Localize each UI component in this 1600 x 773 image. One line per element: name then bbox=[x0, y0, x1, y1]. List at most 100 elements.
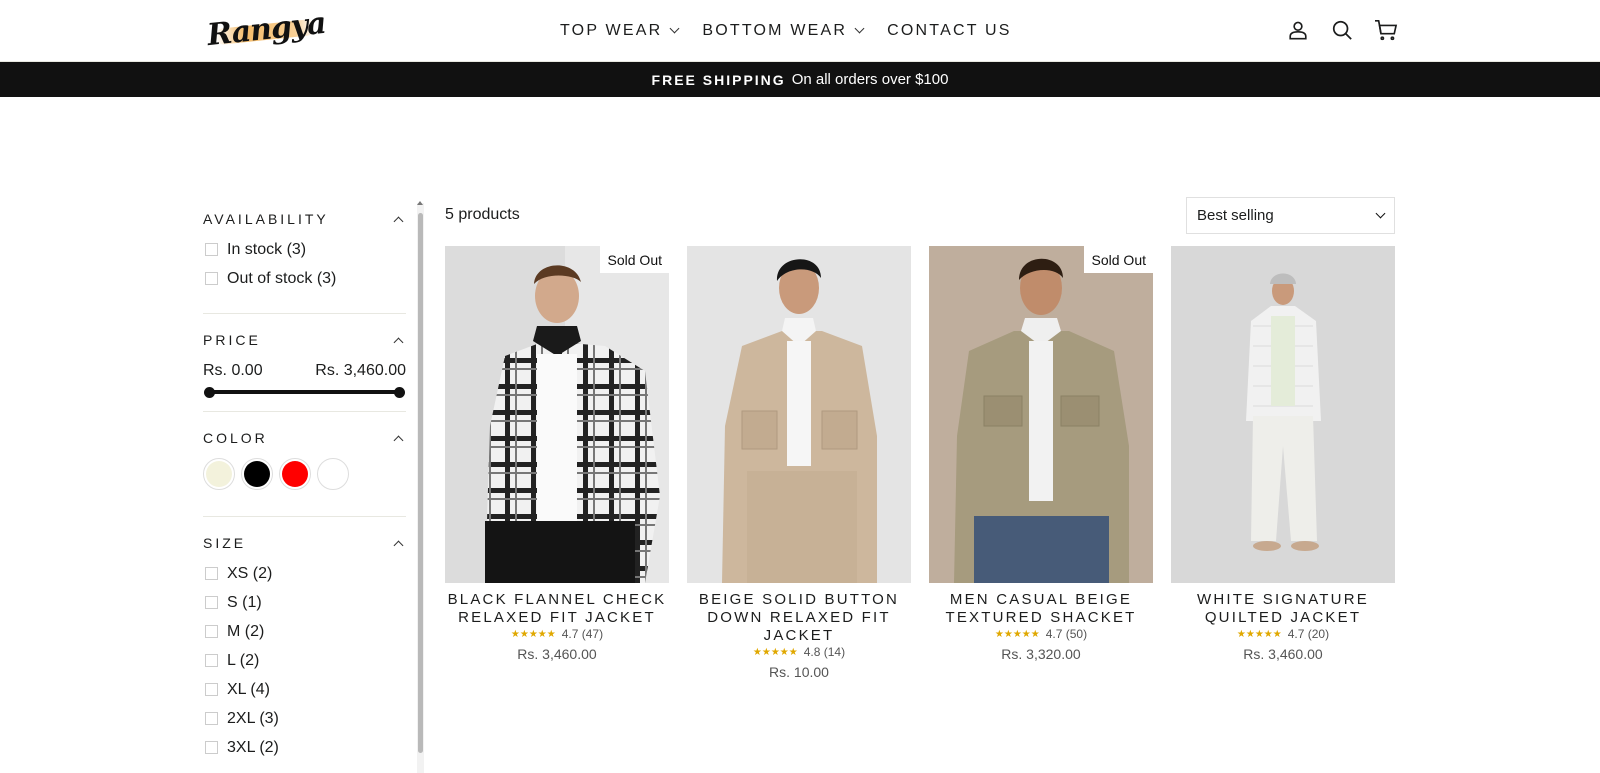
filter-price-header[interactable]: PRICE bbox=[203, 332, 406, 348]
filter-size-header[interactable]: SIZE bbox=[203, 535, 406, 551]
product-count: 5 products bbox=[445, 206, 520, 223]
sidebar-scrollbar[interactable] bbox=[417, 201, 424, 773]
color-swatch-red[interactable] bbox=[279, 458, 311, 490]
product-image[interactable] bbox=[1171, 246, 1395, 583]
nav-item-top-wear[interactable]: TOP WEAR bbox=[560, 22, 680, 40]
slider-min-handle[interactable] bbox=[204, 387, 215, 398]
filter-option-size-xl[interactable]: XL (4) bbox=[203, 675, 406, 704]
price-range-slider[interactable] bbox=[203, 385, 406, 399]
nav-item-label: CONTACT US bbox=[887, 22, 1012, 39]
header-icons bbox=[1286, 18, 1398, 42]
checkbox[interactable] bbox=[205, 654, 218, 667]
slider-max-handle[interactable] bbox=[394, 387, 405, 398]
filter-sidebar: AVAILABILITY In stock (3) Out of stock (… bbox=[203, 200, 406, 773]
sort-select[interactable]: Best selling bbox=[1186, 197, 1395, 234]
chevron-up-icon bbox=[393, 540, 404, 551]
chevron-down-icon bbox=[1375, 208, 1386, 219]
price-min-label: Rs. 0.00 bbox=[203, 362, 263, 379]
chevron-up-icon bbox=[393, 337, 404, 348]
product-grid: Sold Out BLACK FLANNEL CHECK RELAXED FIT… bbox=[445, 246, 1395, 680]
chevron-up-icon bbox=[393, 216, 404, 227]
checkbox[interactable] bbox=[205, 272, 218, 285]
rating-text: 4.8 (14) bbox=[803, 645, 846, 659]
price-max-label: Rs. 3,460.00 bbox=[315, 362, 406, 379]
rating-stars-icon: ★★★★★ bbox=[1236, 628, 1282, 640]
rating-text: 4.7 (50) bbox=[1045, 627, 1088, 641]
nav-item-bottom-wear[interactable]: BOTTOM WEAR bbox=[702, 22, 865, 40]
filter-title: PRICE bbox=[203, 332, 261, 348]
product-price: Rs. 3,320.00 bbox=[1001, 646, 1081, 662]
slider-track bbox=[209, 390, 400, 394]
product-title[interactable]: WHITE SIGNATURE QUILTED JACKET bbox=[1171, 591, 1395, 627]
color-swatch-white[interactable] bbox=[317, 458, 349, 490]
product-card[interactable]: BEIGE SOLID BUTTON DOWN RELAXED FIT JACK… bbox=[687, 246, 911, 680]
account-icon[interactable] bbox=[1286, 18, 1310, 42]
nav-item-label: BOTTOM WEAR bbox=[702, 22, 848, 39]
checkbox[interactable] bbox=[205, 741, 218, 754]
filter-option-size-l[interactable]: L (2) bbox=[203, 646, 406, 675]
product-rating: ★★★★★ 4.8 (14) bbox=[687, 645, 911, 659]
filter-availability-header[interactable]: AVAILABILITY bbox=[203, 211, 406, 227]
filter-option-size-m[interactable]: M (2) bbox=[203, 617, 406, 646]
sold-out-badge: Sold Out bbox=[1083, 246, 1153, 273]
filter-color-header[interactable]: COLOR bbox=[203, 430, 406, 446]
announcement-bar: FREE SHIPPING On all orders over $100 bbox=[0, 62, 1600, 97]
filter-option-out-of-stock[interactable]: Out of stock (3) bbox=[203, 264, 406, 293]
product-rating: ★★★★★ 4.7 (50) bbox=[929, 627, 1153, 641]
product-card[interactable]: Sold Out MEN CASUAL BEIGE TEXTURED SHACK… bbox=[929, 246, 1153, 680]
color-swatch-black[interactable] bbox=[241, 458, 273, 490]
product-card[interactable]: WHITE SIGNATURE QUILTED JACKET ★★★★★ 4.7… bbox=[1171, 246, 1395, 680]
product-rating: ★★★★★ 4.7 (20) bbox=[1171, 627, 1395, 641]
brand-logo[interactable]: Rangya bbox=[205, 6, 327, 53]
nav-item-label: TOP WEAR bbox=[560, 22, 663, 39]
filter-option-in-stock[interactable]: In stock (3) bbox=[203, 235, 406, 264]
announcement-text: On all orders over $100 bbox=[791, 71, 949, 88]
product-price: Rs. 3,460.00 bbox=[1243, 646, 1323, 662]
scroll-up-arrow-icon[interactable] bbox=[417, 201, 423, 205]
filter-option-label: In stock (3) bbox=[227, 240, 307, 258]
filter-option-label: 2XL (3) bbox=[227, 709, 279, 727]
chevron-up-icon bbox=[393, 435, 404, 446]
filter-option-label: Out of stock (3) bbox=[227, 269, 337, 287]
checkbox[interactable] bbox=[205, 596, 218, 609]
filter-option-size-3xl[interactable]: 3XL (2) bbox=[203, 733, 406, 762]
filter-title: COLOR bbox=[203, 430, 268, 446]
rating-text: 4.7 (20) bbox=[1287, 627, 1330, 641]
announcement-strong: FREE SHIPPING bbox=[651, 71, 786, 88]
checkbox[interactable] bbox=[205, 625, 218, 638]
color-swatches bbox=[203, 458, 406, 490]
rating-stars-icon: ★★★★★ bbox=[752, 646, 798, 658]
product-card[interactable]: Sold Out BLACK FLANNEL CHECK RELAXED FIT… bbox=[445, 246, 669, 680]
sold-out-badge: Sold Out bbox=[599, 246, 669, 273]
filter-option-label: M (2) bbox=[227, 622, 265, 640]
chevron-down-icon bbox=[669, 23, 680, 33]
filter-availability: AVAILABILITY In stock (3) Out of stock (… bbox=[203, 200, 406, 314]
product-price: Rs. 3,460.00 bbox=[517, 646, 597, 662]
color-swatch-cream[interactable] bbox=[203, 458, 235, 490]
filter-option-size-xs[interactable]: XS (2) bbox=[203, 559, 406, 588]
filter-option-size-s[interactable]: S (1) bbox=[203, 588, 406, 617]
checkbox[interactable] bbox=[205, 683, 218, 696]
search-icon[interactable] bbox=[1330, 18, 1354, 42]
filter-option-size-2xl[interactable]: 2XL (3) bbox=[203, 704, 406, 733]
checkbox[interactable] bbox=[205, 567, 218, 580]
rating-stars-icon: ★★★★★ bbox=[994, 628, 1040, 640]
product-price: Rs. 10.00 bbox=[769, 664, 829, 680]
filter-price: PRICE Rs. 0.00 Rs. 3,460.00 bbox=[203, 314, 406, 412]
product-title[interactable]: MEN CASUAL BEIGE TEXTURED SHACKET bbox=[929, 591, 1153, 627]
filter-title: SIZE bbox=[203, 535, 247, 551]
product-title[interactable]: BLACK FLANNEL CHECK RELAXED FIT JACKET bbox=[445, 591, 669, 627]
cart-icon[interactable] bbox=[1374, 18, 1398, 42]
checkbox[interactable] bbox=[205, 243, 218, 256]
filter-size: SIZE XS (2) S (1) M (2) L (2) XL (4) 2XL… bbox=[203, 517, 406, 772]
checkbox[interactable] bbox=[205, 712, 218, 725]
product-image[interactable] bbox=[687, 246, 911, 583]
product-rating: ★★★★★ 4.7 (47) bbox=[445, 627, 669, 641]
product-image[interactable]: Sold Out bbox=[445, 246, 669, 583]
filter-option-label: XS (2) bbox=[227, 564, 273, 582]
scroll-thumb[interactable] bbox=[418, 213, 423, 753]
product-image[interactable]: Sold Out bbox=[929, 246, 1153, 583]
filter-option-label: S (1) bbox=[227, 593, 262, 611]
product-title[interactable]: BEIGE SOLID BUTTON DOWN RELAXED FIT JACK… bbox=[687, 591, 911, 645]
nav-item-contact-us[interactable]: CONTACT US bbox=[887, 22, 1012, 40]
